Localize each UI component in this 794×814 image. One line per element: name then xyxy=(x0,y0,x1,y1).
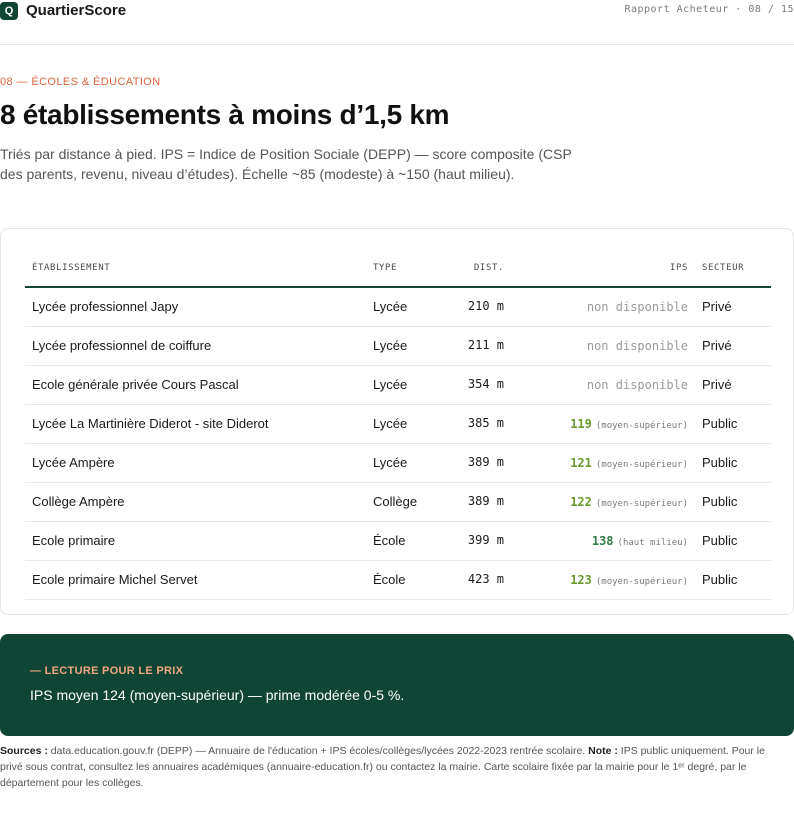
ips-cell: 138 (haut milieu) xyxy=(592,522,688,562)
column-header-ips: IPS xyxy=(669,263,688,273)
table-row: Lycée La Martinière Diderot - site Dider… xyxy=(25,405,771,444)
establishment-sector: Public xyxy=(702,455,738,470)
table-row: Lycée Ampère Lycée 389 m 121 (moyen-supérieu… xyxy=(25,444,771,483)
section-eyebrow: 08 — ÉCOLES & ÉDUCATION xyxy=(0,76,161,88)
establishment-distance: 389 m xyxy=(467,494,504,508)
table-row: Lycée professionnel de coiffure Lycée 211 … xyxy=(25,327,771,366)
establishment-name: Collège Ampère xyxy=(32,494,125,509)
establishment-sector: Public xyxy=(702,533,738,548)
establishment-sector: Public xyxy=(702,416,738,431)
table-row: Ecole primaire Michel Servet École 423 m 12… xyxy=(25,561,771,600)
establishment-distance: 211 m xyxy=(467,338,504,352)
report-page-indicator: Rapport Acheteur · 08 / 15 xyxy=(624,4,794,15)
establishment-distance: 385 m xyxy=(467,416,504,430)
ips-cell: non disponible xyxy=(587,327,688,365)
establishment-type: Lycée xyxy=(373,377,408,392)
table-row: Collège Ampère Collège 389 m 122 (moyen-supé… xyxy=(25,483,771,522)
ips-value: 123 xyxy=(570,573,592,587)
ips-unavailable: non disponible xyxy=(586,339,688,353)
schools-table-card: ÉTABLISSEMENT TYPE DIST. IPS SECTEUR Lyc… xyxy=(0,228,794,615)
establishment-distance: 399 m xyxy=(467,533,504,547)
ips-value: 119 xyxy=(570,417,592,431)
logo-icon: Q xyxy=(0,2,18,20)
ips-cell: non disponible xyxy=(587,288,688,326)
ips-unavailable: non disponible xyxy=(586,300,688,314)
table-header: ÉTABLISSEMENT TYPE DIST. IPS SECTEUR xyxy=(25,248,771,288)
column-header-type: TYPE xyxy=(373,263,398,273)
table-row: Ecole primaire École 399 m 138 (haut milieu)… xyxy=(25,522,771,561)
price-reading-box: — LECTURE POUR LE PRIX IPS moyen 124 (mo… xyxy=(0,634,794,736)
establishment-type: École xyxy=(373,533,406,548)
establishment-type: Lycée xyxy=(373,338,408,353)
ips-cell: non disponible xyxy=(587,366,688,404)
establishment-sector: Public xyxy=(702,494,738,509)
sources-footnote: Sources : data.education.gouv.fr (DEPP) … xyxy=(0,743,790,791)
table-row: Ecole générale privée Cours Pascal Lycée 3… xyxy=(25,366,771,405)
establishment-type: Lycée xyxy=(373,416,408,431)
ips-category: (moyen-supérieur) xyxy=(595,460,688,470)
ips-cell: 123 (moyen-supérieur) xyxy=(570,561,688,601)
table-row: Lycée professionnel Japy Lycée 210 m non di… xyxy=(25,288,771,327)
brand-name: QuartierScore xyxy=(26,2,127,19)
establishment-distance: 210 m xyxy=(467,299,504,313)
establishment-name: Ecole primaire Michel Servet xyxy=(32,572,198,587)
establishment-sector: Public xyxy=(702,572,738,587)
establishment-distance: 423 m xyxy=(467,572,504,586)
establishment-distance: 354 m xyxy=(467,377,504,391)
schools-table: ÉTABLISSEMENT TYPE DIST. IPS SECTEUR Lyc… xyxy=(25,248,771,600)
ips-category: (moyen-supérieur) xyxy=(595,421,688,431)
ips-cell: 121 (moyen-supérieur) xyxy=(570,444,688,484)
ips-value: 138 xyxy=(591,534,614,548)
ips-category: (haut milieu) xyxy=(617,538,688,548)
column-header-establishment: ÉTABLISSEMENT xyxy=(32,263,111,273)
establishment-sector: Privé xyxy=(702,299,732,314)
ips-value: 121 xyxy=(570,456,592,470)
establishment-name: Lycée Ampère xyxy=(32,455,115,470)
establishment-type: École xyxy=(373,572,406,587)
section-intro: Triés par distance à pied. IPS = Indice … xyxy=(0,146,572,182)
price-reading-text: IPS moyen 124 (moyen-supérieur) — prime … xyxy=(30,687,405,703)
table-body: Lycée professionnel Japy Lycée 210 m non di… xyxy=(25,288,771,600)
establishment-type: Collège xyxy=(373,494,418,509)
ips-category: (moyen-supérieur) xyxy=(595,499,688,509)
top-bar: Q QuartierScore Rapport Acheteur · 08 / … xyxy=(0,0,794,45)
establishment-distance: 389 m xyxy=(467,455,504,469)
establishment-type: Lycée xyxy=(373,299,408,314)
sources-label: Sources : xyxy=(0,745,48,757)
column-header-distance: DIST. xyxy=(473,263,504,273)
column-header-sector: SECTEUR xyxy=(702,263,745,273)
ips-cell: 119 (moyen-supérieur) xyxy=(570,405,688,445)
establishment-name: Ecole générale privée Cours Pascal xyxy=(32,377,239,392)
page-title: 8 établissements à moins d’1,5 km xyxy=(0,99,450,130)
establishment-name: Lycée La Martinière Diderot - site Dider… xyxy=(32,416,269,431)
establishment-type: Lycée xyxy=(373,455,408,470)
ips-value: 122 xyxy=(570,495,592,509)
note-label: Note : xyxy=(588,745,618,757)
price-reading-label: — LECTURE POUR LE PRIX xyxy=(30,665,184,677)
establishment-name: Lycée professionnel Japy xyxy=(32,299,179,314)
ips-category: (moyen-supérieur) xyxy=(595,577,688,587)
sources-text: data.education.gouv.fr (DEPP) — Annuaire… xyxy=(50,745,586,757)
establishment-sector: Privé xyxy=(702,338,732,353)
establishment-name: Lycée professionnel de coiffure xyxy=(32,338,212,353)
ips-cell: 122 (moyen-supérieur) xyxy=(570,483,688,523)
ips-unavailable: non disponible xyxy=(586,378,688,392)
establishment-sector: Privé xyxy=(702,377,732,392)
establishment-name: Ecole primaire xyxy=(32,533,116,548)
